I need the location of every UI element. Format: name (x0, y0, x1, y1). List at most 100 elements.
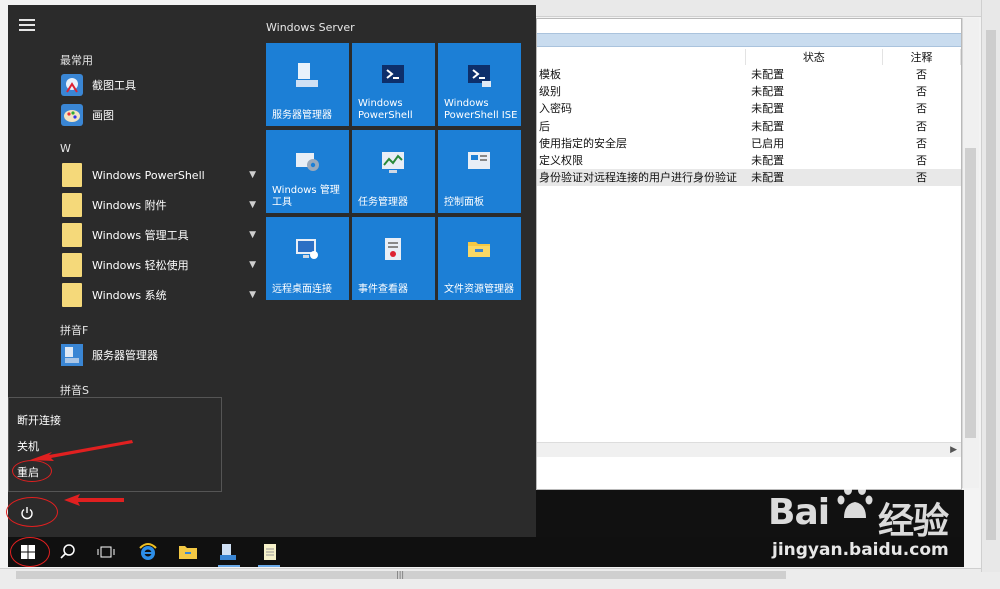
app-label: Windows 系统 (92, 289, 167, 302)
bottom-horizontal-scrollbar[interactable]: ||| (0, 568, 981, 581)
section-pinyin-f[interactable]: 拼音F (60, 322, 88, 338)
power-disconnect[interactable]: 断开连接 (17, 412, 61, 428)
tiles-group-title: Windows Server (266, 21, 355, 34)
chevron-down-icon[interactable]: ▼ (249, 230, 256, 240)
folder-windows-powershell[interactable]: Windows PowerShell ▼ (60, 161, 256, 189)
tile-windows-powershell[interactable]: Windows PowerShell (352, 43, 435, 126)
policy-name: 后 (539, 119, 550, 133)
policy-status: 未配置 (751, 119, 785, 133)
tile-label: 任务管理器 (358, 197, 408, 208)
app-label: 截图工具 (92, 79, 136, 92)
tile-server-manager[interactable]: 服务器管理器 (266, 43, 349, 126)
powershell-ise-icon (468, 65, 491, 87)
section-pinyin-s[interactable]: 拼音S (60, 382, 89, 398)
active-app-indicator (258, 565, 280, 567)
tile-label: Windows 管理工具 (272, 185, 340, 208)
policy-note: 否 (916, 119, 928, 133)
chevron-down-icon[interactable]: ▼ (249, 170, 256, 180)
tile-event-viewer[interactable]: 事件查看器 (352, 217, 435, 300)
chevron-down-icon[interactable]: ▼ (249, 290, 256, 300)
column-header-note[interactable]: 注释 (882, 49, 961, 65)
powershell-icon (382, 65, 404, 83)
app-snipping-tool[interactable]: 截图工具 (60, 71, 250, 99)
annotation-circle-power (6, 497, 58, 527)
folder-icon (60, 253, 84, 277)
policy-note: 否 (916, 136, 928, 150)
event-viewer-icon (385, 238, 401, 260)
app-paint[interactable]: 画图 (60, 101, 250, 129)
tile-remote-desktop[interactable]: 远程桌面连接 (266, 217, 349, 300)
task-view-icon[interactable] (94, 541, 118, 563)
app-server-manager[interactable]: 服务器管理器 (60, 341, 250, 369)
scroll-thumb[interactable] (986, 30, 996, 540)
tile-windows-powershell-ise[interactable]: Windows PowerShell ISE (438, 43, 521, 126)
search-icon[interactable] (56, 541, 80, 563)
policy-status: 已启用 (751, 136, 785, 150)
app-label: 画图 (92, 109, 114, 122)
annotation-arrow-icon (30, 440, 133, 461)
table-row[interactable]: 后 未配置 否 (537, 117, 961, 134)
policy-note: 否 (916, 84, 928, 98)
baidu-paw-icon (837, 485, 873, 518)
table-row[interactable]: 入密码 未配置 否 (537, 100, 961, 117)
policy-note: 否 (916, 154, 928, 168)
app-label: Windows 管理工具 (92, 229, 189, 242)
annotation-circle-start (10, 537, 50, 567)
policy-name: 入密码 (539, 102, 572, 116)
column-header-status[interactable]: 状态 (745, 49, 884, 65)
tile-label: Windows PowerShell (358, 98, 413, 121)
tile-control-panel[interactable]: 控制面板 (438, 130, 521, 213)
scroll-right-icon[interactable]: ▶ (950, 445, 957, 455)
table-row-selected[interactable]: 身份验证对远程连接的用户进行身份验证 未配置 否 (537, 168, 961, 187)
remote-desktop-icon (296, 239, 318, 259)
scroll-thumb[interactable] (965, 148, 976, 438)
policy-note: 否 (882, 168, 961, 187)
tile-label: 文件资源管理器 (444, 284, 514, 295)
tile-file-explorer[interactable]: 文件资源管理器 (438, 217, 521, 300)
server-manager-icon[interactable] (216, 541, 240, 563)
table-row[interactable]: 模板 未配置 否 (537, 65, 961, 82)
task-manager-icon (382, 152, 404, 173)
hamburger-menu-icon[interactable] (19, 19, 35, 31)
section-w[interactable]: W (60, 142, 71, 155)
table-row[interactable]: 使用指定的安全层 已启用 否 (537, 134, 961, 151)
outer-vertical-scrollbar[interactable] (981, 0, 1000, 572)
taskbar (8, 537, 536, 567)
folder-windows-ease-of-access[interactable]: Windows 轻松使用 ▼ (60, 251, 256, 279)
window-titlebar (480, 0, 1000, 17)
file-explorer-icon[interactable] (176, 541, 200, 563)
table-row[interactable]: 级别 未配置 否 (537, 82, 961, 99)
column-header-name[interactable] (537, 49, 746, 65)
policy-name: 定义权限 (539, 154, 583, 168)
chevron-down-icon[interactable]: ▼ (249, 200, 256, 210)
folder-windows-admin-tools[interactable]: Windows 管理工具 ▼ (60, 221, 256, 249)
horizontal-scrollbar[interactable]: ▶ (537, 442, 961, 457)
folder-windows-accessories[interactable]: Windows 附件 ▼ (60, 191, 256, 219)
file-explorer-icon (468, 242, 490, 257)
annotation-arrow-icon (64, 494, 124, 506)
tile-task-manager[interactable]: 任务管理器 (352, 130, 435, 213)
tile-label: Windows PowerShell ISE (444, 98, 518, 121)
folder-icon (60, 193, 84, 217)
control-panel-icon (468, 152, 490, 169)
folder-icon (60, 283, 84, 307)
vertical-scrollbar[interactable] (962, 18, 979, 488)
policy-name: 使用指定的安全层 (539, 136, 627, 150)
policy-name: 模板 (539, 67, 561, 81)
tile-label: 控制面板 (444, 197, 484, 208)
policy-name: 级别 (539, 84, 561, 98)
notepad-icon[interactable] (258, 541, 282, 563)
folder-windows-system[interactable]: Windows 系统 ▼ (60, 281, 256, 309)
tile-label: 事件查看器 (358, 284, 408, 295)
app-label: Windows 附件 (92, 199, 167, 212)
chevron-down-icon[interactable]: ▼ (249, 260, 256, 270)
tile-windows-admin-tools[interactable]: Windows 管理工具 (266, 130, 349, 213)
policy-table: 状态 注释 模板 未配置 否 级别 未配置 否 入密码 未配置 否 后 未配置 (537, 49, 961, 187)
app-label: Windows 轻松使用 (92, 259, 189, 272)
server-manager-icon (60, 343, 84, 367)
internet-explorer-icon[interactable] (136, 541, 160, 563)
tile-label: 服务器管理器 (272, 110, 332, 121)
baidu-jingyan-watermark: Bai 经验 jingyan.baidu.com (762, 484, 982, 564)
table-row[interactable]: 定义权限 未配置 否 (537, 151, 961, 168)
server-manager-icon (296, 63, 318, 87)
